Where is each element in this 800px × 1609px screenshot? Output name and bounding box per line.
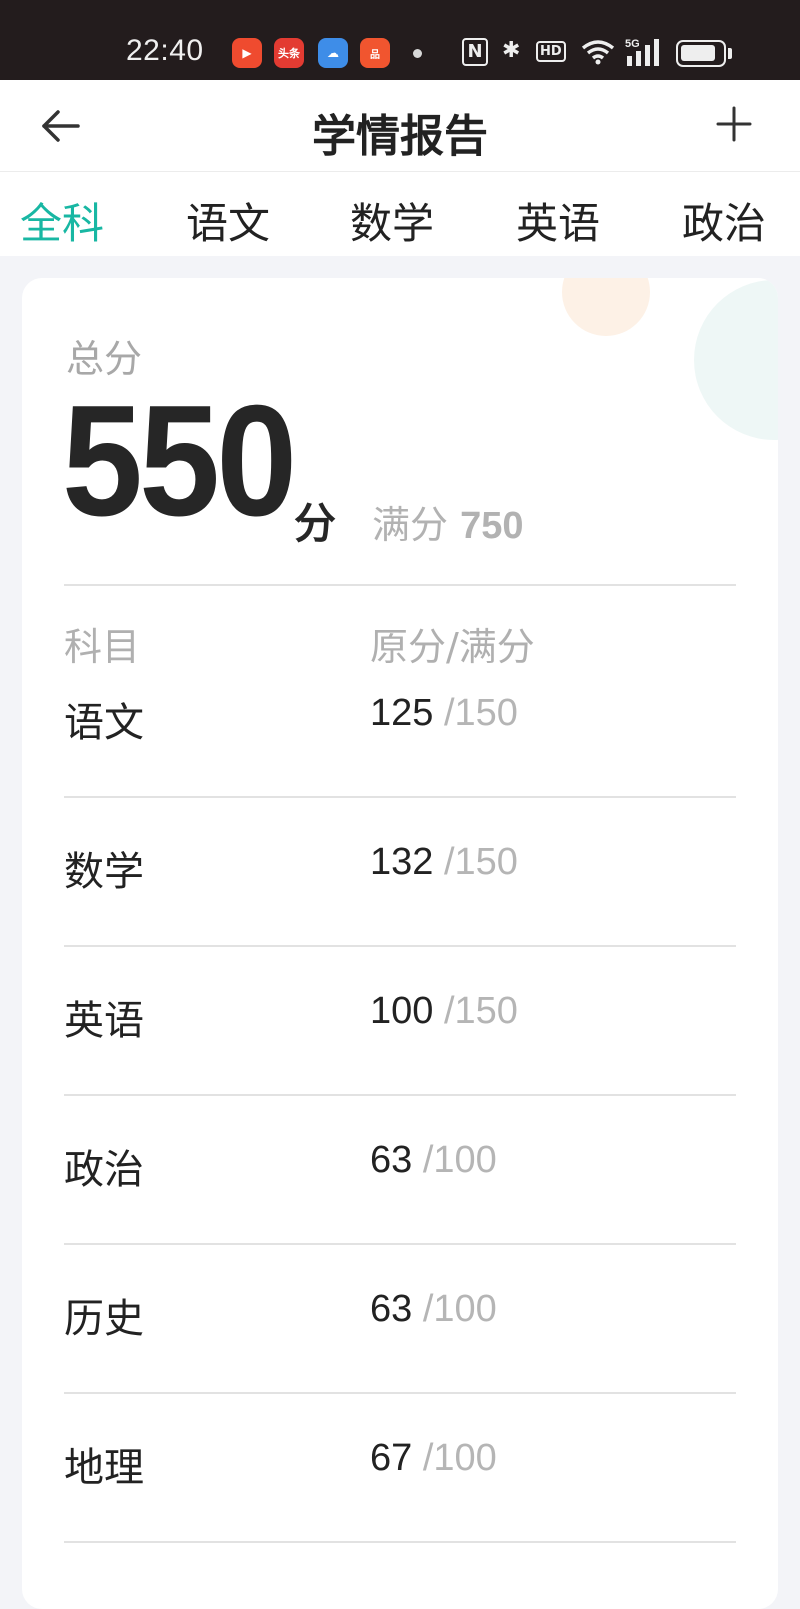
battery-nub [728,48,732,59]
status-time: 22:40 [126,34,204,67]
divider [64,796,736,798]
row-score-value: 132 [370,841,434,883]
score-card: 总分 550 分 满分 750 科目 原分/满分 语文 125 /150 数学 132… [22,278,778,1609]
toutiao-app-icon: 头条 [274,38,304,68]
row-score-full: /100 [422,1437,497,1479]
row-score-full: /100 [422,1288,497,1330]
row-score: 100 /150 [370,990,518,1033]
add-icon[interactable] [712,102,756,146]
row-score-full: /150 [443,692,518,734]
hd-icon: HD [536,41,566,62]
divider [64,1243,736,1245]
notification-dot-icon [413,49,422,58]
decorative-circle [562,278,650,336]
row-score-full: /150 [443,841,518,883]
row-subject: 历史 [64,1296,144,1342]
divider [64,1392,736,1394]
tab-math[interactable]: 数学 [350,190,434,251]
row-subject: 地理 [64,1445,144,1491]
row-score-value: 63 [370,1139,413,1181]
divider [64,1094,736,1096]
row-subject: 数学 [64,849,144,895]
bluetooth-icon: ✱ [502,38,521,63]
network-type-label: 5G [625,38,640,50]
tab-chinese[interactable]: 语文 [186,190,270,251]
row-score-full: /100 [422,1139,497,1181]
wifi-icon [581,40,615,65]
battery-level [681,45,715,61]
divider [64,945,736,947]
tab-politics[interactable]: 政治 [682,190,766,251]
row-score-full: /150 [443,990,518,1032]
tab-english[interactable]: 英语 [516,190,600,251]
full-mark-value: 750 [460,505,524,547]
full-mark: 满分 750 [372,494,524,549]
store-app-icon: 品 [360,38,390,68]
subject-tabs: 全科 语文 数学 英语 政治 [0,172,800,256]
row-score-value: 67 [370,1437,413,1479]
row-score: 63 /100 [370,1139,497,1182]
column-header-score: 原分/满分 [370,625,535,669]
row-subject: 语文 [64,700,144,746]
weather-app-icon: ☁ [318,38,348,68]
row-score: 132 /150 [370,841,518,884]
row-score: 67 /100 [370,1437,497,1480]
divider [64,1541,736,1543]
total-score-value: 550 [62,373,297,549]
row-score-value: 125 [370,692,434,734]
page-title: 学情报告 [312,111,488,162]
divider [64,584,736,586]
signal-icon: 5G [625,38,659,66]
decorative-circle [694,280,778,440]
tab-all[interactable]: 全科 [20,190,104,251]
nfc-icon: N [462,38,488,66]
row-score-value: 100 [370,990,434,1032]
app-header: 学情报告 [0,80,800,172]
total-score-unit: 分 [294,499,337,548]
row-score-value: 63 [370,1288,413,1330]
row-score: 63 /100 [370,1288,497,1331]
row-subject: 政治 [64,1147,144,1193]
status-bar: 22:40 ▶ 头条 ☁ 品 N ✱ HD 5G [0,0,800,80]
row-score: 125 /150 [370,692,518,735]
full-mark-label: 满分 [372,503,449,547]
column-header-subject: 科目 [64,625,141,669]
battery-icon [676,40,726,67]
row-subject: 英语 [64,998,144,1044]
video-app-icon: ▶ [232,38,262,68]
